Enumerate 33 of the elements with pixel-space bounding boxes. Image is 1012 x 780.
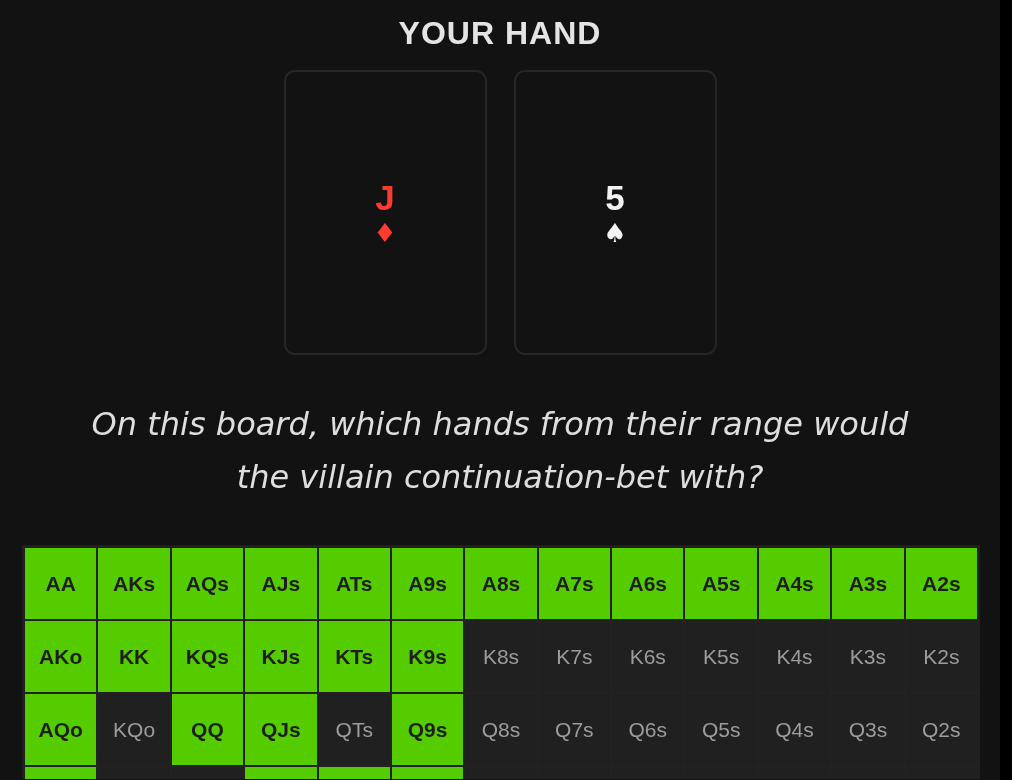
range-cell[interactable]: A2s	[905, 548, 977, 619]
range-cell[interactable]: QQ	[171, 694, 244, 765]
question-text: On this board, which hands from their range would the villain continuation-bet with?	[90, 404, 910, 498]
range-cell[interactable]: AKo	[25, 621, 97, 692]
card-rank: J	[375, 178, 395, 217]
range-cell[interactable]	[391, 767, 464, 779]
range-cell[interactable]: ATs	[318, 548, 390, 619]
range-cell[interactable]: KQs	[171, 621, 244, 692]
range-cell[interactable]: Q9s	[391, 694, 464, 765]
range-cell[interactable]: A3s	[832, 548, 904, 619]
range-cell[interactable]: QJs	[245, 694, 317, 765]
range-cell[interactable]: AJs	[245, 548, 317, 619]
card-rank: 5	[605, 178, 625, 217]
card-suit: ♦	[373, 218, 397, 247]
card-suit: ♠	[603, 218, 627, 247]
range-cell[interactable]: A4s	[758, 548, 831, 619]
range-cell[interactable]: A5s	[685, 548, 757, 619]
range-cell[interactable]: A6s	[612, 548, 684, 619]
range-cell[interactable]: AQo	[25, 694, 97, 765]
range-cell[interactable]	[25, 767, 97, 779]
range-cell[interactable]	[318, 767, 390, 779]
range-cell[interactable]: KJs	[245, 621, 317, 692]
range-cell[interactable]: KTs	[318, 621, 390, 692]
range-cell[interactable]: K9s	[391, 621, 464, 692]
range-cell[interactable]: A8s	[465, 548, 537, 619]
hand-title: YOUR HAND	[398, 14, 602, 52]
range-cell[interactable]: AQs	[171, 548, 244, 619]
range-cell[interactable]: A9s	[391, 548, 464, 619]
range-cell[interactable]: AKs	[98, 548, 170, 619]
range-cell[interactable]: AA	[25, 548, 97, 619]
range-cell[interactable]: A7s	[538, 548, 611, 619]
range-cell[interactable]	[245, 767, 317, 779]
range-cell[interactable]: KK	[98, 621, 170, 692]
